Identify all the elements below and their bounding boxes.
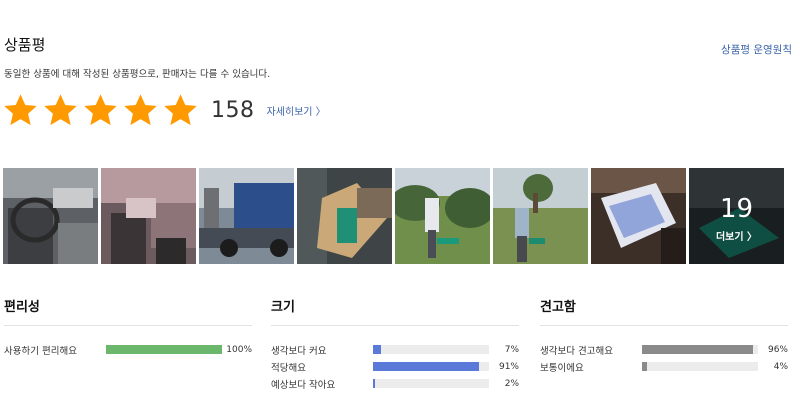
attribute-bar-fill <box>373 379 376 388</box>
attribute-label: 보통이에요 <box>540 362 584 374</box>
attribute-bar-fill <box>373 345 382 354</box>
review-photo[interactable] <box>3 168 98 264</box>
attribute-bar <box>642 345 758 354</box>
rating-summary: 158 자세히보기 〉 <box>2 90 326 130</box>
review-photo[interactable] <box>493 168 588 264</box>
attribute-percent: 96% <box>767 344 788 355</box>
review-description: 동일한 상품에 대해 작성된 상품평으로, 판매자는 다를 수 있습니다. <box>4 69 271 80</box>
page-title: 상품평 <box>4 36 46 54</box>
attribute-label: 예상보다 작아요 <box>271 379 336 391</box>
attribute-title: 견고함 <box>540 296 788 326</box>
detail-link[interactable]: 자세히보기 〉 <box>267 103 326 118</box>
attribute-percent: 100% <box>226 344 252 355</box>
attribute-title: 크기 <box>271 296 519 326</box>
star-icon <box>44 93 77 125</box>
photo-strip: 19 더보기 〉 <box>3 168 784 264</box>
review-photo[interactable] <box>395 168 490 264</box>
attribute-label: 생각보다 견고해요 <box>540 345 613 357</box>
star-icon <box>84 93 117 125</box>
attribute-bar-fill <box>373 362 479 371</box>
review-policy-link[interactable]: 상품평 운영원칙 <box>721 42 792 57</box>
attribute-convenience: 편리성 사용하기 편리해요 100% <box>4 296 252 358</box>
attribute-bar <box>373 379 489 388</box>
attribute-bar <box>373 345 489 354</box>
attribute-row: 예상보다 작아요 2% <box>271 375 519 392</box>
attribute-label: 사용하기 편리해요 <box>4 345 77 357</box>
attribute-bar <box>642 362 758 371</box>
attribute-bar <box>373 362 489 371</box>
attribute-label: 적당해요 <box>271 362 306 374</box>
attribute-row: 적당해요 91% <box>271 358 519 375</box>
attribute-bar-fill <box>642 362 647 371</box>
review-photo[interactable] <box>101 168 196 264</box>
review-photo[interactable] <box>297 168 392 264</box>
attribute-bar-fill <box>106 345 222 354</box>
attribute-percent: 91% <box>498 361 519 372</box>
attribute-bar-fill <box>642 345 754 354</box>
more-photos-count: 19 <box>719 194 754 224</box>
review-count: 158 <box>211 97 255 123</box>
attribute-row: 사용하기 편리해요 100% <box>4 341 252 358</box>
more-photos-button[interactable]: 19 더보기 〉 <box>689 168 784 264</box>
more-photos-label: 더보기 〉 <box>715 232 758 243</box>
attribute-row: 생각보다 커요 7% <box>271 341 519 358</box>
star-icon <box>124 93 157 125</box>
attribute-bar <box>106 345 222 354</box>
star-icon <box>4 93 37 125</box>
attribute-title: 편리성 <box>4 296 252 326</box>
attribute-percent: 2% <box>504 378 519 389</box>
attribute-percent: 7% <box>504 344 519 355</box>
star-rating <box>2 92 199 129</box>
attribute-row: 보통이에요 4% <box>540 358 788 375</box>
review-photo[interactable] <box>591 168 686 264</box>
attribute-row: 생각보다 견고해요 96% <box>540 341 788 358</box>
attribute-percent: 4% <box>773 361 788 372</box>
review-photo[interactable] <box>199 168 294 264</box>
attribute-durability: 견고함 생각보다 견고해요 96% 보통이에요 4% <box>540 296 788 375</box>
attribute-size: 크기 생각보다 커요 7% 적당해요 91% 예상보다 작아요 2% <box>271 296 519 392</box>
star-icon <box>164 93 197 125</box>
attribute-label: 생각보다 커요 <box>271 345 327 357</box>
